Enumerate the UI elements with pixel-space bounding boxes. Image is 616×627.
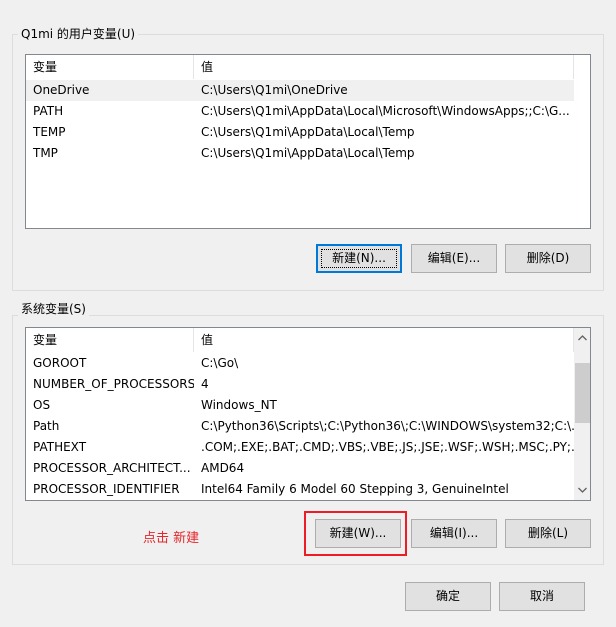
variable-name: PROCESSOR_ARCHITECT... bbox=[33, 461, 191, 475]
system-variables-scrollbar[interactable] bbox=[574, 328, 590, 500]
system-edit-button[interactable]: 编辑(I)... bbox=[411, 519, 497, 548]
list-item-os[interactable]: OS Windows_NT bbox=[26, 395, 574, 416]
scroll-up-arrow-icon bbox=[578, 335, 587, 341]
list-item-onedrive[interactable]: OneDrive C:\Users\Q1mi\OneDrive bbox=[26, 80, 574, 101]
variable-value: Intel64 Family 6 Model 60 Stepping 3, Ge… bbox=[201, 482, 509, 496]
list-item-tmp[interactable]: TMP C:\Users\Q1mi\AppData\Local\Temp bbox=[26, 143, 574, 164]
system-variables-header: 变量 值 bbox=[26, 328, 574, 352]
column-header-variable[interactable]: 变量 bbox=[26, 328, 194, 352]
variable-name: NUMBER_OF_PROCESSORS bbox=[33, 377, 194, 391]
variable-name: Path bbox=[33, 419, 60, 433]
scrollbar-thumb bbox=[575, 363, 590, 423]
column-header-value[interactable]: 值 bbox=[194, 328, 574, 352]
column-header-value[interactable]: 值 bbox=[194, 55, 574, 79]
list-item-number-of-processors[interactable]: NUMBER_OF_PROCESSORS 4 bbox=[26, 374, 574, 395]
variable-name: TEMP bbox=[33, 125, 66, 139]
variable-name: PROCESSOR_IDENTIFIER bbox=[33, 482, 180, 496]
ok-button[interactable]: 确定 bbox=[405, 582, 491, 611]
system-variables-list[interactable]: 变量 值 GOROOT C:\Go\ NUMBER_OF_PROCESSORS … bbox=[25, 327, 591, 501]
list-item-pathext[interactable]: PATHEXT .COM;.EXE;.BAT;.CMD;.VBS;.VBE;.J… bbox=[26, 437, 574, 458]
list-item-processor-architecture[interactable]: PROCESSOR_ARCHITECT... AMD64 bbox=[26, 458, 574, 479]
variable-value: .COM;.EXE;.BAT;.CMD;.VBS;.VBE;.JS;.JSE;.… bbox=[201, 440, 574, 454]
variable-name: OS bbox=[33, 398, 51, 412]
variable-name: GOROOT bbox=[33, 356, 87, 370]
system-delete-button[interactable]: 删除(L) bbox=[505, 519, 591, 548]
column-header-variable[interactable]: 变量 bbox=[26, 55, 194, 79]
variable-value: C:\Users\Q1mi\AppData\Local\Microsoft\Wi… bbox=[201, 104, 570, 118]
list-item-goroot[interactable]: GOROOT C:\Go\ bbox=[26, 353, 574, 374]
list-item-temp[interactable]: TEMP C:\Users\Q1mi\AppData\Local\Temp bbox=[26, 122, 574, 143]
variable-value: C:\Users\Q1mi\AppData\Local\Temp bbox=[201, 125, 415, 139]
system-variables-title: 系统变量(S) bbox=[18, 302, 89, 316]
user-edit-button[interactable]: 编辑(E)... bbox=[411, 244, 497, 273]
variable-value: AMD64 bbox=[201, 461, 245, 475]
scrollbar-graphic bbox=[575, 335, 590, 493]
variable-value: C:\Go\ bbox=[201, 356, 239, 370]
list-item-processor-identifier[interactable]: PROCESSOR_IDENTIFIER Intel64 Family 6 Mo… bbox=[26, 479, 574, 500]
variable-value: Windows_NT bbox=[201, 398, 277, 412]
variable-value: 4 bbox=[201, 377, 209, 391]
list-item-path[interactable]: Path C:\Python36\Scripts\;C:\Python36\;C… bbox=[26, 416, 574, 437]
user-new-button[interactable]: 新建(N)... bbox=[316, 244, 402, 273]
user-delete-button[interactable]: 删除(D) bbox=[505, 244, 591, 273]
variable-name: PATH bbox=[33, 104, 64, 118]
scroll-down-arrow-icon bbox=[578, 487, 587, 493]
system-new-button[interactable]: 新建(W)... bbox=[315, 519, 401, 548]
variable-value: C:\Python36\Scripts\;C:\Python36\;C:\WIN… bbox=[201, 419, 574, 433]
click-new-annotation: 点击 新建 bbox=[143, 531, 200, 546]
variable-name: PATHEXT bbox=[33, 440, 87, 454]
variable-value: C:\Users\Q1mi\OneDrive bbox=[201, 83, 348, 97]
user-variables-scrollbar-track bbox=[574, 55, 590, 228]
focus-rect bbox=[321, 249, 397, 268]
user-variables-header: 变量 值 bbox=[26, 55, 574, 79]
list-item-path[interactable]: PATH C:\Users\Q1mi\AppData\Local\Microso… bbox=[26, 101, 574, 122]
user-variables-list[interactable]: 变量 值 OneDrive C:\Users\Q1mi\OneDrive PAT… bbox=[25, 54, 591, 229]
variable-name: TMP bbox=[33, 146, 58, 160]
variable-name: OneDrive bbox=[33, 83, 90, 97]
user-variables-title: Q1mi 的用户变量(U) bbox=[18, 27, 139, 41]
variable-value: C:\Users\Q1mi\AppData\Local\Temp bbox=[201, 146, 415, 160]
cancel-button[interactable]: 取消 bbox=[499, 582, 585, 611]
